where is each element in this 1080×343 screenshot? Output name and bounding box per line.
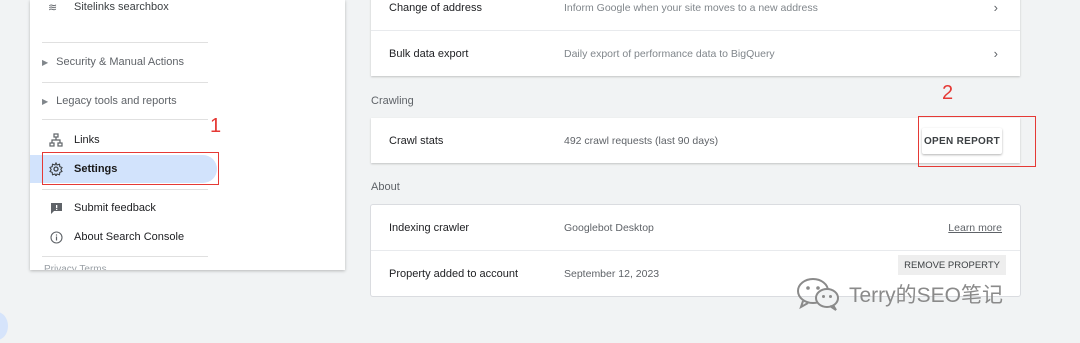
annotation-box-settings [42,152,219,185]
links-tree-icon [48,133,64,147]
section-label-about: About [371,181,400,193]
divider [42,82,208,83]
sidebar-item-sitelinks[interactable]: ≋ Sitelinks searchbox [30,0,345,20]
row-name: Indexing crawler [389,221,470,234]
row-name: Crawl stats [389,134,444,147]
sidebar-item-links[interactable]: Links [30,126,345,154]
annotation-box-open-report [918,116,1036,167]
section-label-crawling: Crawling [371,95,414,107]
floating-help-button[interactable] [0,312,8,340]
sitelinks-icon: ≋ [48,1,58,14]
general-settings-panel: Change of address Inform Google when you… [371,0,1020,76]
remove-property-button[interactable]: REMOVE PROPERTY [898,255,1006,275]
chevron-right-icon: › [993,0,998,15]
row-description: 492 crawl requests (last 90 days) [564,134,719,147]
caret-right-icon: ▶ [42,57,49,67]
about-row-indexing-crawler: Indexing crawler Googlebot Desktop Learn… [371,205,1020,251]
sidebar-section-security[interactable]: ▶ Security & Manual Actions [30,50,345,74]
learn-more-link[interactable]: Learn more [948,222,1002,234]
row-name: Change of address [389,1,482,14]
sidebar-section-label: Security & Manual Actions [56,56,184,68]
sidebar-item-label: About Search Console [74,231,185,243]
wechat-logo-icon [797,278,839,311]
row-description: Daily export of performance data to BigQ… [564,47,775,60]
sidebar-section-label: Legacy tools and reports [56,95,177,107]
sidebar-item-about[interactable]: About Search Console [30,223,345,251]
divider [42,119,208,120]
annotation-number: 1 [210,115,222,137]
sidebar-item-feedback[interactable]: Submit feedback [30,194,345,222]
sidebar-item-label: Sitelinks searchbox [74,1,169,13]
feedback-icon [48,202,64,215]
settings-row-change-of-address[interactable]: Change of address Inform Google when you… [371,0,1020,31]
row-value: Googlebot Desktop [564,221,654,234]
sidebar-item-label: Links [74,134,100,146]
divider [42,256,208,257]
row-name: Bulk data export [389,47,469,60]
chevron-right-icon: › [993,46,998,61]
settings-row-bulk-export[interactable]: Bulk data export Daily export of perform… [371,31,1020,76]
row-name: Property added to account [389,267,519,280]
watermark-text: Terry的SEO笔记 [849,284,1004,307]
caret-right-icon: ▶ [42,96,49,106]
sidebar-footer-links[interactable]: Privacy Terms [30,262,345,271]
row-value: September 12, 2023 [564,267,660,280]
info-icon [48,230,64,244]
sidebar-item-label: Submit feedback [74,202,156,214]
annotation-number: 2 [942,82,954,104]
row-description: Inform Google when your site moves to a … [564,1,818,14]
divider [42,189,208,190]
sidebar-nav: ≋ Sitelinks searchbox ▶ Security & Manua… [30,0,345,270]
watermark: Terry的SEO笔记 [795,277,1003,311]
divider [42,42,208,43]
sidebar-section-legacy[interactable]: ▶ Legacy tools and reports [30,89,345,113]
